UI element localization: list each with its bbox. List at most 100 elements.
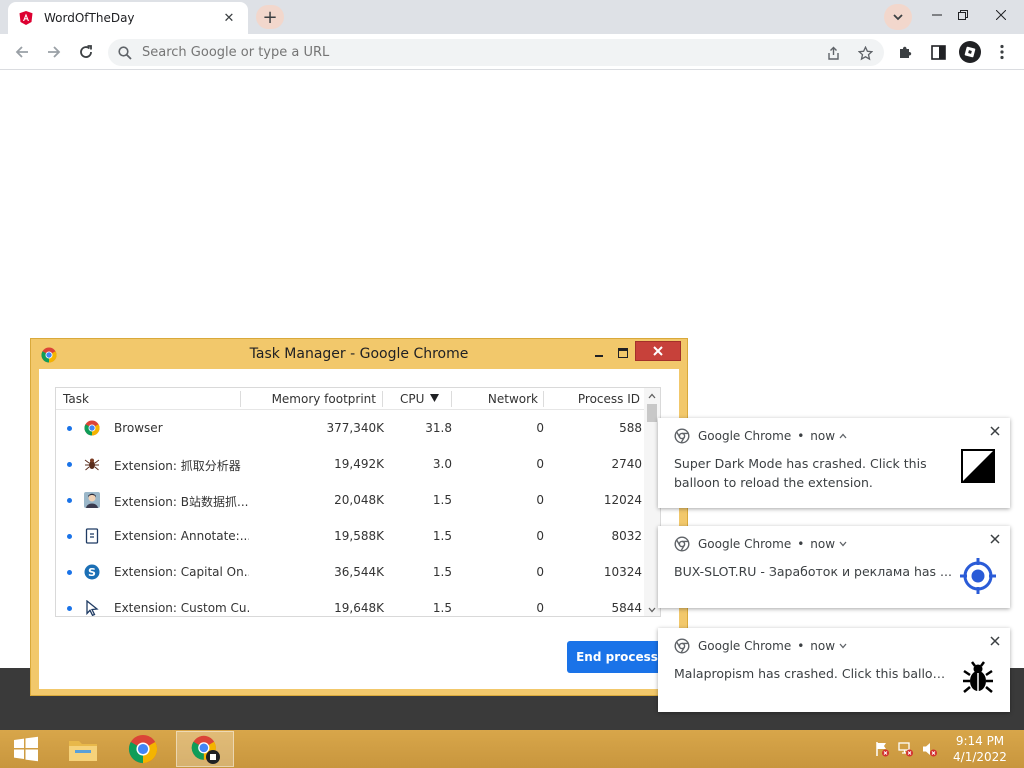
end-process-button[interactable]: End process: [567, 641, 667, 673]
row-indicator: [67, 534, 72, 539]
cell-pid: 2740: [611, 457, 642, 471]
system-clock[interactable]: 9:14 PM 4/1/2022: [944, 733, 1016, 765]
network-icon[interactable]: [898, 741, 914, 757]
maximize-icon: [618, 348, 628, 358]
cell-network: 0: [536, 493, 544, 507]
notification-super-dark-mode[interactable]: Google Chrome • now Super Dark Mode has …: [658, 418, 1010, 508]
table-row[interactable]: Extension: 抓取分析器 19,492K 3.0 0 2740: [56, 446, 646, 482]
scroll-thumb[interactable]: [647, 404, 657, 422]
column-network[interactable]: Network: [488, 392, 538, 406]
cell-cpu: 1.5: [432, 565, 452, 579]
chevron-up-icon[interactable]: [839, 433, 847, 439]
notification-message: BUX-SLOT.RU - Заработок и реклама has ..…: [674, 564, 952, 579]
dark-mode-icon: [958, 446, 998, 486]
tab-strip: WordOfTheDay ✕ +: [0, 0, 1024, 34]
notification-message: Malapropism has crashed. Click this ball…: [674, 666, 952, 681]
chevron-down-icon[interactable]: [839, 541, 847, 547]
avatar-icon: [959, 41, 981, 63]
notification-malapropism[interactable]: Google Chrome • now Malapropism has cras…: [658, 628, 1010, 712]
tm-close-button[interactable]: [635, 341, 681, 361]
scroll-up-icon[interactable]: [644, 389, 660, 403]
cell-pid: 10324: [603, 565, 642, 579]
side-panel-button[interactable]: [924, 38, 952, 66]
column-cpu[interactable]: CPU: [400, 392, 424, 406]
cell-memory: 19,648K: [334, 601, 384, 615]
omnibox[interactable]: [108, 39, 884, 66]
extensions-button[interactable]: [892, 38, 920, 66]
task-manager-titlebar[interactable]: Task Manager - Google Chrome: [31, 339, 687, 369]
table-row[interactable]: Extension: Custom Cu... 19,648K 1.5 0 58…: [56, 590, 646, 616]
cell-task: Extension: B站数据抓...: [114, 495, 249, 509]
tm-minimize-button[interactable]: [587, 343, 611, 363]
volume-muted-icon[interactable]: [922, 741, 938, 757]
tab-wordoftheday[interactable]: WordOfTheDay ✕: [8, 2, 248, 34]
column-pid[interactable]: Process ID: [578, 392, 640, 406]
chrome-taskbar-button[interactable]: [114, 731, 172, 767]
chevron-down-icon[interactable]: [839, 643, 847, 649]
window-restore-button[interactable]: [946, 0, 980, 30]
tab-close-icon[interactable]: ✕: [220, 9, 238, 27]
tab-search-button[interactable]: [884, 4, 912, 30]
target-icon: [958, 556, 998, 596]
row-indicator: [67, 606, 72, 611]
column-separator: [543, 391, 544, 407]
cell-memory: 36,544K: [334, 565, 384, 579]
chrome-icon: [128, 734, 158, 764]
side-panel-icon: [930, 44, 946, 60]
cell-cpu: 1.5: [432, 529, 452, 543]
bookmark-star-icon[interactable]: [856, 44, 874, 62]
notification-source: Google Chrome: [698, 639, 792, 653]
notification-close-icon[interactable]: [986, 422, 1004, 440]
profile-avatar[interactable]: [956, 38, 984, 66]
cell-pid: 588: [619, 421, 642, 435]
omnibox-input[interactable]: [142, 45, 782, 60]
back-button[interactable]: [8, 38, 36, 66]
notification-header: Google Chrome • now: [674, 428, 847, 444]
file-explorer-button[interactable]: [54, 731, 112, 767]
chrome-icon: [84, 420, 100, 436]
window-close-button[interactable]: [984, 0, 1018, 30]
notification-close-icon[interactable]: [986, 530, 1004, 548]
action-center-flag-icon[interactable]: [874, 741, 890, 757]
chrome-profile-taskbar-button[interactable]: [176, 731, 234, 767]
windows-logo-icon: [14, 736, 38, 762]
puzzle-icon: [900, 46, 912, 58]
notification-time: now: [810, 537, 836, 551]
clock-time: 9:14 PM: [955, 734, 1005, 748]
cell-network: 0: [536, 457, 544, 471]
forward-button[interactable]: [40, 38, 68, 66]
process-table-header: Task Memory footprint CPU Network Proces…: [56, 388, 660, 410]
tm-maximize-button[interactable]: [611, 343, 635, 363]
table-row[interactable]: Extension: Annotate:... 19,588K 1.5 0 80…: [56, 518, 646, 554]
start-button[interactable]: [6, 734, 46, 764]
column-memory[interactable]: Memory footprint: [272, 392, 376, 406]
svg-text:S: S: [88, 566, 96, 579]
angular-icon: [18, 10, 34, 26]
notification-close-icon[interactable]: [986, 632, 1004, 650]
column-separator: [451, 391, 452, 407]
task-manager-body: Task Memory footprint CPU Network Proces…: [39, 369, 679, 689]
chrome-menu-button[interactable]: [988, 38, 1016, 66]
windows-taskbar: 9:14 PM 4/1/2022: [0, 730, 1024, 768]
restore-icon: [957, 9, 968, 20]
notification-bux-slot[interactable]: Google Chrome • now BUX-SLOT.RU - Зарабо…: [658, 526, 1010, 608]
column-task[interactable]: Task: [63, 392, 89, 406]
share-icon[interactable]: [824, 44, 842, 62]
cell-task: Extension: Capital On...: [114, 565, 249, 579]
reload-button[interactable]: [72, 38, 100, 66]
separator-dot: •: [797, 639, 805, 653]
table-row[interactable]: Extension: B站数据抓... 20,048K 1.5 0 12024: [56, 482, 646, 518]
chrome-outline-icon: [674, 536, 690, 552]
table-row[interactable]: S Extension: Capital On... 36,544K 1.5 0…: [56, 554, 646, 590]
new-tab-button[interactable]: +: [256, 5, 284, 29]
cell-network: 0: [536, 421, 544, 435]
spider-icon: [84, 456, 100, 472]
cell-cpu: 31.8: [425, 421, 452, 435]
cell-network: 0: [536, 529, 544, 543]
row-indicator: [67, 498, 72, 503]
chrome-profile-icon: [191, 735, 220, 764]
clock-date: 4/1/2022: [953, 750, 1007, 764]
minimize-icon: [932, 14, 942, 16]
table-row[interactable]: Browser 377,340K 31.8 0 588: [56, 410, 646, 446]
arrow-right-icon: [48, 46, 61, 58]
